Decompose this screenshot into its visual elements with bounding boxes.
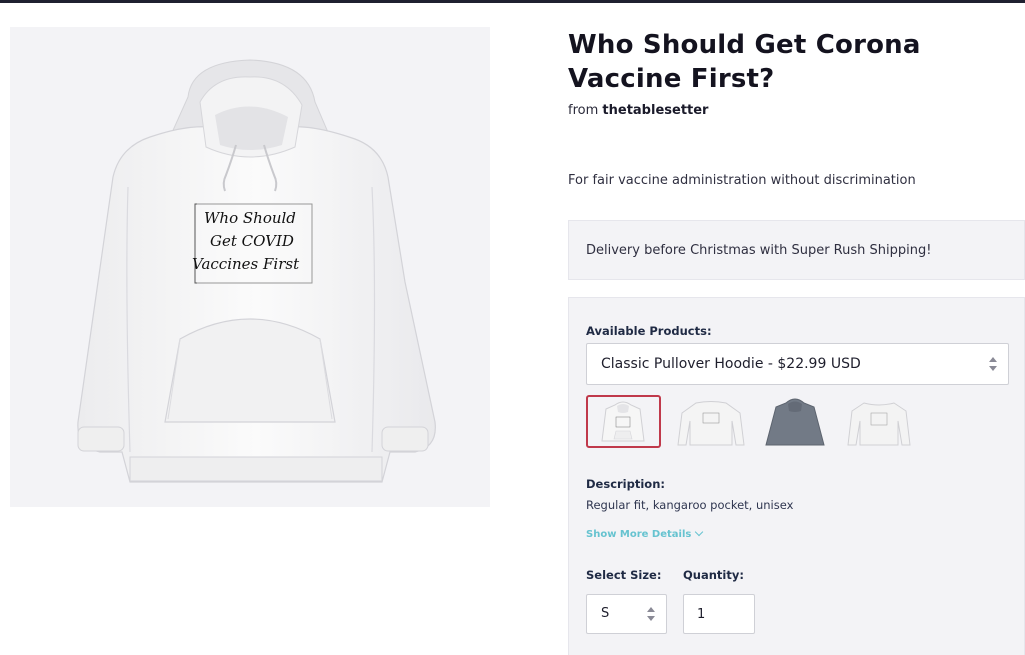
product-tagline: For fair vaccine administration without … xyxy=(568,173,916,188)
show-more-label: Show More Details xyxy=(586,529,692,540)
thumbnail-grey-hoodie[interactable] xyxy=(758,395,833,448)
store-link[interactable]: thetablesetter xyxy=(602,103,708,118)
white-crewneck-icon xyxy=(847,402,911,446)
chevron-down-icon xyxy=(695,527,704,537)
description-label: Description: xyxy=(586,477,665,491)
available-products-label: Available Products: xyxy=(586,324,712,338)
size-select[interactable]: S xyxy=(586,594,667,634)
top-bar xyxy=(0,0,1025,3)
quantity-input[interactable] xyxy=(683,594,755,634)
delivery-text: Delivery before Christmas with Super Rus… xyxy=(586,243,932,258)
size-select-value: S xyxy=(601,606,610,621)
description-text: Regular fit, kangaroo pocket, unisex xyxy=(586,498,794,512)
from-label: from xyxy=(568,103,599,118)
product-options-panel: Available Products: Classic Pullover Hoo… xyxy=(568,297,1025,655)
product-select[interactable]: Classic Pullover Hoodie - $22.99 USD xyxy=(586,343,1009,385)
print-line-1: Who Should xyxy=(204,209,296,227)
white-hoodie-icon xyxy=(601,401,645,442)
product-title: Who Should Get Corona Vaccine First? xyxy=(568,30,921,94)
print-line-2: Get COVID xyxy=(210,232,294,250)
byline: from thetablesetter xyxy=(568,103,708,118)
delivery-banner: Delivery before Christmas with Super Rus… xyxy=(568,220,1025,280)
select-arrows-icon xyxy=(647,607,655,621)
product-image[interactable]: Who Should Get COVID Vaccines First xyxy=(10,27,490,507)
grey-hoodie-icon xyxy=(765,398,825,446)
product-select-value: Classic Pullover Hoodie - $22.99 USD xyxy=(601,356,861,372)
show-more-details-link[interactable]: Show More Details xyxy=(586,527,704,540)
quantity-label: Quantity: xyxy=(683,568,744,582)
thumbnail-white-long-sleeve[interactable] xyxy=(674,395,749,448)
thumbnail-white-crewneck[interactable] xyxy=(842,395,917,448)
white-long-sleeve-icon xyxy=(677,401,745,446)
thumbnail-white-hoodie[interactable] xyxy=(586,395,661,448)
select-size-label: Select Size: xyxy=(586,568,662,582)
hoodie-illustration: Who Should Get COVID Vaccines First xyxy=(77,59,436,483)
print-line-3: Vaccines First xyxy=(192,255,300,273)
select-arrows-icon xyxy=(989,357,997,371)
